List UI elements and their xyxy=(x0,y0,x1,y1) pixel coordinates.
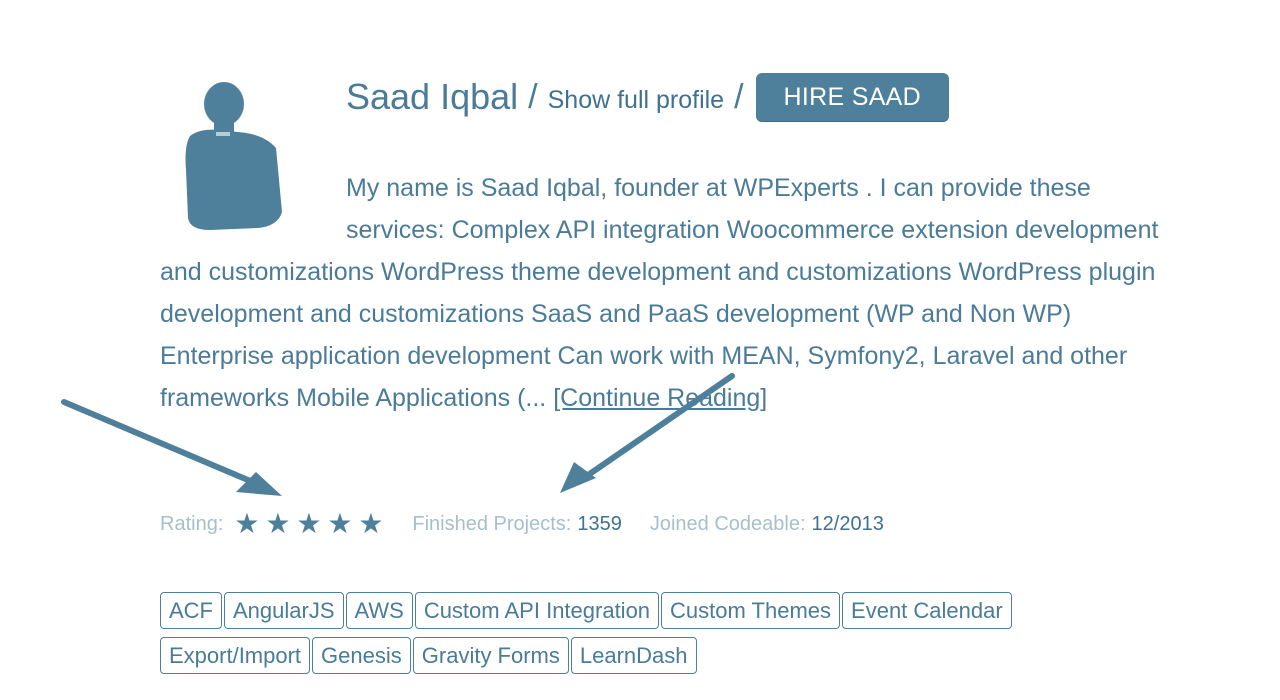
profile-header: Saad Iqbal / Show full profile / HIRE SA… xyxy=(346,70,950,124)
star-icon: ★ xyxy=(327,508,353,539)
rating-label: Rating: xyxy=(160,512,224,535)
hire-button[interactable]: HIRE SAAD xyxy=(755,72,950,122)
joined-value: 12/2013 xyxy=(811,512,884,535)
skill-tag[interactable]: AWS xyxy=(345,592,413,629)
skill-tag[interactable]: Gravity Forms xyxy=(412,637,569,674)
continue-reading-link[interactable]: [Continue Reading] xyxy=(553,384,767,412)
rating-stars: ★ ★ ★ ★ ★ xyxy=(231,510,386,538)
star-icon: ★ xyxy=(296,508,322,539)
skill-tag[interactable]: Custom API Integration xyxy=(414,592,660,629)
skill-tag[interactable]: LearnDash xyxy=(570,637,697,674)
skill-tag[interactable]: AngularJS xyxy=(224,592,344,629)
rating-stat: Rating: ★ ★ ★ ★ ★ xyxy=(160,510,386,538)
joined-stat: Joined Codeable: 12/2013 xyxy=(650,513,884,536)
star-icon: ★ xyxy=(358,508,384,539)
header-separator: / xyxy=(528,77,538,116)
finished-projects-value: 1359 xyxy=(577,512,622,535)
profile-bio: My name is Saad Iqbal, founder at WPExpe… xyxy=(160,167,1160,419)
finished-projects-stat: Finished Projects: 1359 xyxy=(412,513,621,536)
freelancer-profile-card: Saad Iqbal / Show full profile / HIRE SA… xyxy=(0,0,1280,700)
skill-tag[interactable]: Custom Themes xyxy=(661,592,841,629)
avatar-float-spacer xyxy=(160,167,346,251)
skill-tags: ACF AngularJS AWS Custom API Integration Cus… xyxy=(160,592,1120,674)
show-full-profile-link[interactable]: Show full profile xyxy=(548,86,724,115)
skill-tag[interactable]: Genesis xyxy=(312,637,411,674)
star-icon: ★ xyxy=(265,508,291,539)
finished-projects-label: Finished Projects: xyxy=(412,512,572,535)
star-icon: ★ xyxy=(234,508,260,539)
joined-label: Joined Codeable: xyxy=(649,512,806,535)
skill-tag[interactable]: Export/Import xyxy=(160,637,311,674)
skill-tag[interactable]: ACF xyxy=(160,592,222,629)
skill-tag[interactable]: Event Calendar xyxy=(842,592,1012,629)
freelancer-name[interactable]: Saad Iqbal xyxy=(346,76,518,118)
profile-stats: Rating: ★ ★ ★ ★ ★ Finished Projects: 1359 Jo… xyxy=(160,508,884,540)
header-separator: / xyxy=(734,77,744,116)
